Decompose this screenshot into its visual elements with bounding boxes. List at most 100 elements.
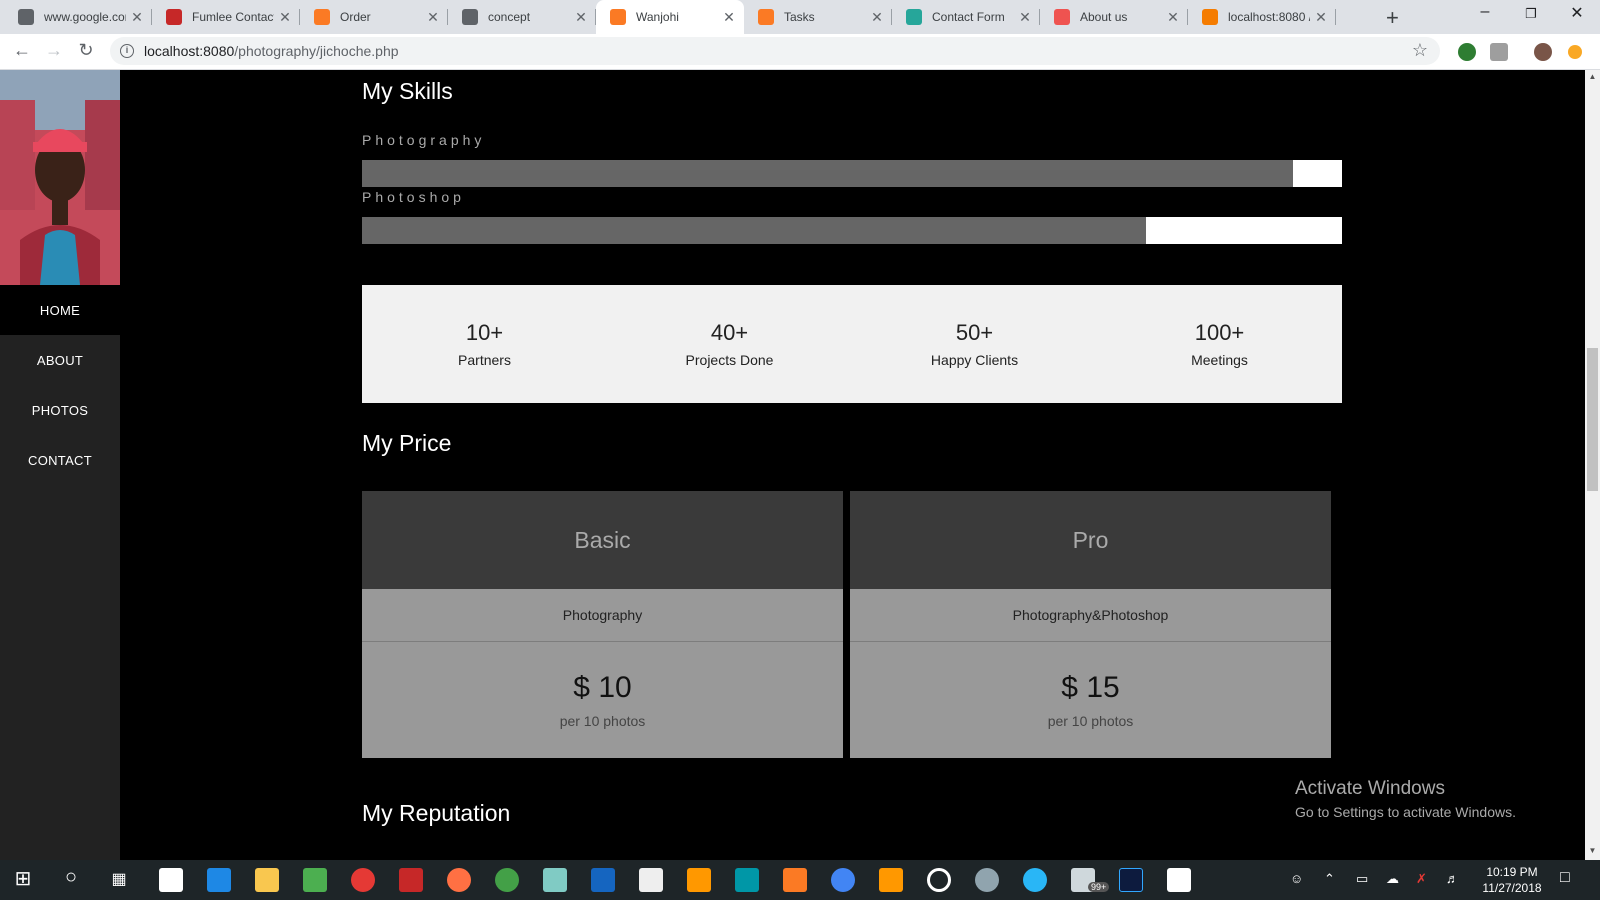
minimize-button[interactable]: – [1462, 3, 1508, 21]
vertical-scrollbar[interactable]: ▲ ▼ [1585, 70, 1600, 860]
back-icon[interactable]: ← [10, 40, 34, 61]
tab-separator [1335, 9, 1336, 25]
close-tab-icon[interactable]: ✕ [570, 9, 592, 26]
nav-item-about[interactable]: ABOUT [0, 335, 120, 385]
close-window-button[interactable]: ✕ [1554, 3, 1600, 23]
browser-tab[interactable]: Contact Form ✕ [892, 0, 1040, 34]
stat-item: 50+ Happy Clients [852, 285, 1097, 403]
start-windows-icon[interactable]: ⊞ [8, 866, 38, 891]
browser-tab[interactable]: concept ✕ [448, 0, 596, 34]
vlc-icon[interactable] [687, 868, 711, 892]
extension-icon[interactable] [1458, 43, 1476, 61]
browser-tab[interactable]: localhost:8080 /✕ [1188, 0, 1336, 34]
close-tab-icon[interactable]: ✕ [1162, 9, 1184, 26]
photos-app-icon[interactable] [1167, 868, 1191, 892]
app-blue-icon[interactable] [1023, 868, 1047, 892]
browser-tab[interactable]: Order ✕ [300, 0, 448, 34]
taskbar-clock[interactable]: 10:19 PM 11/27/2018 [1472, 864, 1552, 896]
skill-label: Photography [362, 132, 486, 148]
close-tab-icon[interactable]: ✕ [422, 9, 444, 26]
scroll-up-icon[interactable]: ▲ [1585, 72, 1600, 81]
site-info-icon[interactable]: i [120, 44, 134, 58]
browser-tab[interactable]: About us ✕ [1040, 0, 1188, 34]
task-view-icon[interactable]: ▦ [104, 869, 134, 889]
tray-chevron-up-icon[interactable]: ⌃ [1324, 871, 1335, 887]
scrollbar-thumb[interactable] [1587, 348, 1598, 491]
extension-lock-icon[interactable] [1490, 43, 1508, 61]
chrome-icon[interactable] [831, 868, 855, 892]
people-icon[interactable]: ☺ [1290, 871, 1303, 886]
browser-tab[interactable]: www.google.com ✕ [4, 0, 152, 34]
new-tab-button[interactable]: + [1386, 5, 1399, 31]
sublime-text-icon[interactable] [879, 868, 903, 892]
update-alert-icon[interactable] [1568, 45, 1582, 59]
forward-icon[interactable]: → [42, 40, 66, 61]
close-tab-icon[interactable]: ✕ [1310, 9, 1332, 26]
photoshop-icon[interactable] [1119, 868, 1143, 892]
tab-title: concept [488, 10, 531, 24]
stat-label: Happy Clients [930, 352, 1019, 368]
tab-title: Fumlee Contacts [192, 10, 274, 24]
close-tab-icon[interactable]: ✕ [274, 9, 296, 26]
s-logo-icon [166, 9, 182, 25]
profile-photo [0, 70, 120, 285]
search-icon[interactable]: ○ [56, 866, 86, 889]
close-tab-icon[interactable]: ✕ [866, 9, 888, 26]
nav-item-contact[interactable]: CONTACT [0, 435, 120, 485]
battery-icon[interactable]: ▭ [1356, 871, 1368, 887]
windows-taskbar: ⊞ ○ ▦ 99+ ☺ ⌃ ▭ ☁ ✗ ♬ 10:19 PM 11/27/201… [0, 860, 1600, 900]
restore-button[interactable]: ❐ [1508, 6, 1554, 22]
nav-item-photos[interactable]: PHOTOS [0, 385, 120, 435]
firefox-icon[interactable] [447, 868, 471, 892]
paint-icon[interactable] [975, 868, 999, 892]
store-icon[interactable] [303, 868, 327, 892]
reload-icon[interactable]: ↻ [74, 40, 98, 61]
reputation-heading: My Reputation [362, 800, 511, 826]
notification-count-badge: 99+ [1088, 882, 1110, 892]
stat-value: 100+ [1194, 320, 1245, 345]
browser-tab[interactable]: Fumlee Contacts ✕ [152, 0, 300, 34]
close-tab-icon[interactable]: ✕ [126, 9, 148, 26]
scroll-down-icon[interactable]: ▼ [1585, 846, 1600, 855]
app-red-icon[interactable] [351, 868, 375, 892]
clock-time: 10:19 PM [1486, 865, 1538, 879]
action-center-icon[interactable]: □ [1560, 869, 1570, 887]
browser-tab[interactable]: Tasks ✕ [744, 0, 892, 34]
plan-price-box: $ 10 per 10 photos [362, 642, 843, 758]
file-explorer-icon[interactable] [255, 868, 279, 892]
nav-item-home[interactable]: HOME [0, 285, 120, 335]
document-icon [462, 9, 478, 25]
windows-activation-watermark: Activate Windows Go to Settings to activ… [1295, 778, 1516, 820]
xampp-icon [758, 9, 774, 25]
edge-browser-icon[interactable] [207, 868, 231, 892]
volume-icon[interactable]: ♬ [1446, 871, 1459, 886]
app-circle-icon[interactable] [927, 868, 951, 892]
bookmark-star-icon[interactable]: ☆ [1412, 40, 1428, 61]
cards-game-icon[interactable] [639, 868, 663, 892]
app-teal-icon[interactable] [543, 868, 567, 892]
cloud-sync-icon[interactable]: ☁ [1386, 871, 1399, 887]
price-card-basic[interactable]: Basic Photography $ 10 per 10 photos [362, 491, 843, 758]
tab-title: localhost:8080 / [1228, 10, 1310, 24]
pdf-reader-icon[interactable] [399, 868, 423, 892]
word-icon[interactable] [591, 868, 615, 892]
xampp-icon [610, 9, 626, 25]
close-tab-icon[interactable]: ✕ [1014, 9, 1036, 26]
tab-title: About us [1080, 10, 1128, 24]
plan-feature: Photography&Photoshop [850, 589, 1331, 642]
plan-price: $ 10 [573, 671, 632, 704]
network-icon[interactable]: ✗ [1416, 871, 1427, 887]
stat-item: 100+ Meetings [1097, 285, 1342, 403]
telkom-icon[interactable] [735, 868, 759, 892]
stat-item: 10+ Partners [362, 285, 607, 403]
xampp-icon[interactable] [783, 868, 807, 892]
browser-tab-strip: www.google.com ✕ Fumlee Contacts ✕ Order ✕ con… [0, 0, 1600, 34]
profile-avatar-icon[interactable] [1534, 43, 1552, 61]
close-tab-icon[interactable]: ✕ [718, 9, 740, 26]
utorrent-icon[interactable] [495, 868, 519, 892]
browser-tab[interactable]: Wanjohi ✕ [596, 0, 744, 34]
price-card-pro[interactable]: Pro Photography&Photoshop $ 15 per 10 photo… [850, 491, 1331, 758]
tablet-app-icon[interactable] [159, 868, 183, 892]
address-bar[interactable]: i localhost:8080/photography/jichoche.ph… [110, 37, 1440, 65]
skill-progress-bar [362, 217, 1342, 244]
